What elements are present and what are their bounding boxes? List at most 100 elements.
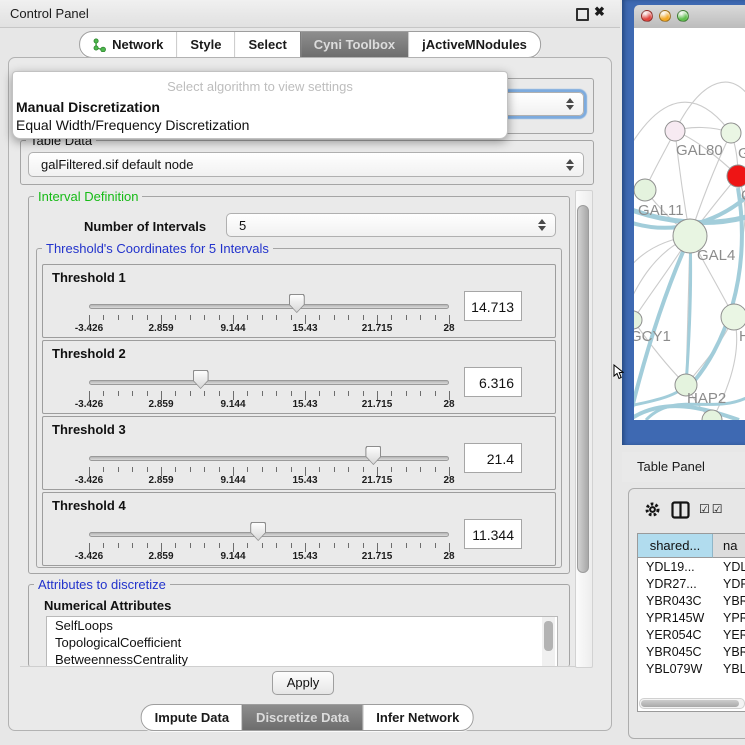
slider-track[interactable] [89,304,449,309]
slider-track[interactable] [89,380,449,385]
mac-minimize-button[interactable] [659,10,671,22]
threshold-label: Threshold 1 [52,270,126,285]
tick-mark [132,391,133,396]
attribute-item-betweennesscentrality[interactable]: BetweennessCentrality [47,651,557,667]
slider-thumb-face [290,295,304,312]
tick-mark [435,391,436,396]
tick-mark [103,543,104,548]
node-attribute-table[interactable]: shared...na YDL19...YDL1YDR27...YDR2YBR0… [637,533,745,712]
tick-mark [420,467,421,472]
bottom-tab-bar: Impute DataDiscretize DataInfer Network [141,704,474,731]
slider-thumb[interactable] [365,446,381,465]
attribute-item-topologicalcoefficient[interactable]: TopologicalCoefficient [47,634,557,651]
table-cell: YPR1 [713,610,745,627]
tick-mark [276,543,277,548]
tick-mark [363,391,364,396]
tab-style[interactable]: Style [176,32,234,57]
table-cell: YBL0 [713,661,745,676]
tick-mark [276,467,277,472]
network-icon [93,38,106,52]
tab-network-label: Network [112,37,163,52]
table-row[interactable]: YPR145WYPR1 [638,610,745,627]
combo-arrows-icon [566,98,574,110]
numerical-attributes-label: Numerical Attributes [44,598,171,613]
threshold-label: Threshold 3 [52,422,126,437]
gear-icon[interactable] [644,501,661,523]
threshold-box-1: Threshold 1-3.4262.8599.14415.4321.71528… [42,264,556,338]
threshold-box-2: Threshold 2-3.4262.8599.14415.4321.71528… [42,340,556,414]
float-window-icon[interactable] [576,8,589,21]
number-of-intervals-combobox[interactable]: 5 [226,213,556,237]
tick-mark [175,315,176,320]
apply-button[interactable]: Apply [272,671,334,695]
slider-track[interactable] [89,456,449,461]
tab-infer-network[interactable]: Infer Network [362,705,472,730]
tick-mark [334,543,335,548]
tick-mark [103,315,104,320]
tick-label: -3.426 [64,475,114,486]
tab-impute-data[interactable]: Impute Data [142,705,242,730]
threshold-value-field[interactable]: 14.713 [464,291,522,321]
column-header-shared[interactable]: shared... [638,534,713,558]
tab-discretize-data[interactable]: Discretize Data [242,705,362,730]
tick-label: 9.144 [208,323,258,334]
threshold-value-field[interactable]: 6.316 [464,367,522,397]
tick-mark [103,467,104,472]
tick-mark [435,467,436,472]
column-checkboxes-icon[interactable]: ☑☑ [699,502,725,516]
table-row[interactable]: YER054CYER0 [638,627,745,644]
tab-jactivemnodules[interactable]: jActiveMNodules [408,32,540,57]
threshold-value-field[interactable]: 21.4 [464,443,522,473]
attribute-item-selfloops[interactable]: SelfLoops [47,617,557,634]
tick-mark [190,467,191,472]
tick-mark [420,391,421,396]
table-hscrollbar-thumb[interactable] [641,700,739,707]
dropdown-option-manual-discretization[interactable]: Manual Discretization [15,98,504,116]
split-columns-icon[interactable] [671,501,690,524]
tick-mark [132,315,133,320]
tick-mark [118,315,119,320]
mac-zoom-button[interactable] [677,10,689,22]
table-data-value: galFiltered.sif default node [41,157,193,172]
tick-mark [247,391,248,396]
table-row[interactable]: YDR27...YDR2 [638,576,745,593]
table-row[interactable]: YBR045CYBR0 [638,644,745,661]
tick-label: -3.426 [64,399,114,410]
tick-mark [190,315,191,320]
panel-scrollbar-thumb[interactable] [577,205,589,573]
attributes-list-scrollbar-thumb[interactable] [544,621,553,651]
tab-network[interactable]: Network [80,32,176,57]
table-row[interactable]: YBR043CYBR0 [638,593,745,610]
tick-label: 2.859 [136,551,186,562]
slider-thumb-face [251,523,265,540]
slider-track[interactable] [89,532,449,537]
table-panel-title: Table Panel [637,452,705,482]
network-window-titlebar[interactable] [634,5,745,29]
slider-thumb[interactable] [193,370,209,389]
table-row[interactable]: YBL079WYBL0 [638,661,745,676]
slider-thumb[interactable] [250,522,266,541]
mac-close-button[interactable] [641,10,653,22]
tab-cyni-toolbox[interactable]: Cyni Toolbox [300,32,408,57]
network-view-canvas[interactable]: GAL80GACGAL11GAL4GCY1HHAP2 [634,28,745,420]
tab-select-label: Select [248,37,286,52]
threshold-value-field[interactable]: 11.344 [464,519,522,549]
close-icon[interactable]: ✖ [594,4,605,20]
table-cell: YDR27... [638,576,713,593]
table-row[interactable]: YDL19...YDL1 [638,559,745,576]
column-header-na[interactable]: na [713,534,745,558]
tick-mark [132,467,133,472]
tab-select[interactable]: Select [234,32,299,57]
numerical-attributes-list[interactable]: SelfLoopsTopologicalCoefficientBetweenne… [46,616,558,667]
tick-label: 28 [424,475,474,486]
tick-mark [247,315,248,320]
tick-mark [219,315,220,320]
table-data-combobox[interactable]: galFiltered.sif default node [28,152,584,177]
slider-thumb[interactable] [289,294,305,313]
dropdown-option-equal-width-frequency-discretization[interactable]: Equal Width/Frequency Discretization [15,116,504,134]
svg-text:H: H [739,328,745,345]
slider-thumb-face [194,371,208,388]
dropdown-hint: Select algorithm to view settings [13,79,507,94]
table-hscrollbar-track[interactable] [639,698,745,709]
tick-label: -3.426 [64,323,114,334]
